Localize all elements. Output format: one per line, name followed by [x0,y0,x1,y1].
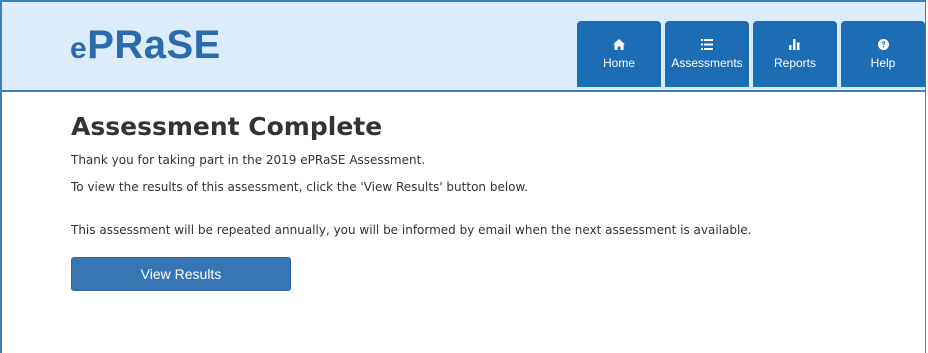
nav-assessments-label: Assessments [671,55,743,70]
bar-chart-icon [789,38,800,50]
thank-you-text: Thank you for taking part in the 2019 eP… [71,153,426,167]
nav-reports-button[interactable]: Reports [753,21,837,87]
main-nav: Home Assessments Reports Help [573,21,925,87]
list-icon [701,38,713,50]
help-icon [877,38,889,50]
nav-home-label: Home [602,55,635,70]
nav-help-label: Help [870,55,896,70]
nav-assessments-button[interactable]: Assessments [665,21,749,87]
logo-prefix: e [70,32,88,65]
nav-reports-label: Reports [773,55,817,70]
nav-help-button[interactable]: Help [841,21,925,87]
main-content: Assessment Complete [71,112,382,142]
view-results-button[interactable]: View Results [71,257,291,291]
home-icon [613,38,625,50]
site-header: ePRaSE Home Assessments Reports Help [2,2,925,92]
eprase-logo[interactable]: ePRaSE [70,22,221,72]
annual-notice-text: This assessment will be repeated annuall… [71,223,752,237]
logo-text: PRaSE [87,23,221,67]
page-title: Assessment Complete [71,112,383,141]
instructions-text: To view the results of this assessment, … [71,180,529,194]
nav-home-button[interactable]: Home [577,21,661,87]
